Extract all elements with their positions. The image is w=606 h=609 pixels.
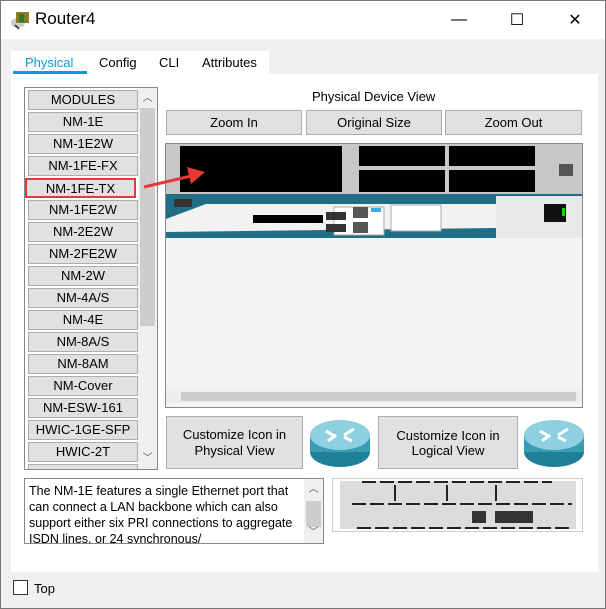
description-text: The NM-1E features a single Ethernet por…: [29, 484, 293, 544]
customize-logical-icon-button[interactable]: Customize Icon in Logical View: [378, 416, 518, 469]
module-item[interactable]: NM-2FE2W: [28, 244, 138, 264]
module-item[interactable]: NM-4E: [28, 310, 138, 330]
module-image: [332, 478, 583, 532]
tab-attributes[interactable]: Attributes: [202, 55, 257, 70]
view-horizontal-scrollbar: [181, 392, 576, 401]
module-item[interactable]: HWIC-1GE-SFP: [28, 420, 138, 440]
module-item[interactable]: HWIC-2T: [28, 442, 138, 462]
module-list-scrollbar[interactable]: ︿ ﹀: [138, 88, 157, 469]
module-item[interactable]: HWIC-4ESW: [28, 464, 138, 469]
module-item[interactable]: NM-1FE-FX: [28, 156, 138, 176]
customize-physical-icon-button[interactable]: Customize Icon in Physical View: [166, 416, 303, 469]
maximize-button[interactable]: ☐: [494, 1, 540, 39]
close-button[interactable]: ✕: [552, 1, 598, 39]
tab-bar: Physical Config CLI Attributes: [11, 51, 269, 74]
tab-physical[interactable]: Physical: [25, 55, 73, 70]
module-item[interactable]: NM-1FE2W: [28, 200, 138, 220]
module-item[interactable]: NM-4A/S: [28, 288, 138, 308]
original-size-button[interactable]: Original Size: [306, 110, 442, 135]
router-icon: [524, 420, 584, 467]
modules-header: MODULES: [28, 90, 138, 110]
zoom-in-button[interactable]: Zoom In: [166, 110, 302, 135]
router-icon: [310, 420, 370, 467]
module-item[interactable]: NM-2W: [28, 266, 138, 286]
router-app-icon: [11, 12, 29, 30]
module-item[interactable]: NM-2E2W: [28, 222, 138, 242]
tab-config[interactable]: Config: [99, 55, 137, 70]
router-chassis-image: [166, 144, 582, 403]
module-item[interactable]: NM-Cover: [28, 376, 138, 396]
module-item[interactable]: NM-1E: [28, 112, 138, 132]
module-item[interactable]: NM-1E2W: [28, 134, 138, 154]
device-view-title: Physical Device View: [312, 89, 436, 104]
module-item[interactable]: NM-ESW-161: [28, 398, 138, 418]
description-scrollbar[interactable]: ︿ ﹀: [304, 479, 323, 543]
module-description[interactable]: The NM-1E features a single Ethernet por…: [24, 478, 324, 544]
zoom-out-button[interactable]: Zoom Out: [445, 110, 582, 135]
minimize-button[interactable]: —: [436, 1, 482, 39]
title-bar: Router4 — ☐ ✕: [1, 1, 605, 39]
scroll-up-icon[interactable]: ︿: [138, 90, 157, 107]
red-arrow-annotation: [143, 167, 205, 189]
scroll-up-icon[interactable]: ︿: [304, 481, 323, 498]
module-item[interactable]: NM-8A/S: [28, 332, 138, 352]
module-item[interactable]: NM-8AM: [28, 354, 138, 374]
scroll-down-icon[interactable]: ﹀: [138, 450, 157, 467]
scroll-down-icon[interactable]: ﹀: [304, 524, 323, 541]
top-checkbox-label: Top: [34, 581, 55, 596]
module-item[interactable]: NM-1FE-TX: [25, 178, 136, 198]
window-title: Router4: [35, 9, 96, 28]
module-list[interactable]: MODULES NM-1E NM-1E2W NM-1FE-FX NM-1FE-TX NM-…: [24, 87, 158, 470]
top-checkbox[interactable]: [13, 580, 28, 595]
tab-cli[interactable]: CLI: [159, 55, 179, 70]
physical-device-view[interactable]: [165, 143, 583, 408]
scrollbar-thumb[interactable]: [140, 108, 155, 326]
